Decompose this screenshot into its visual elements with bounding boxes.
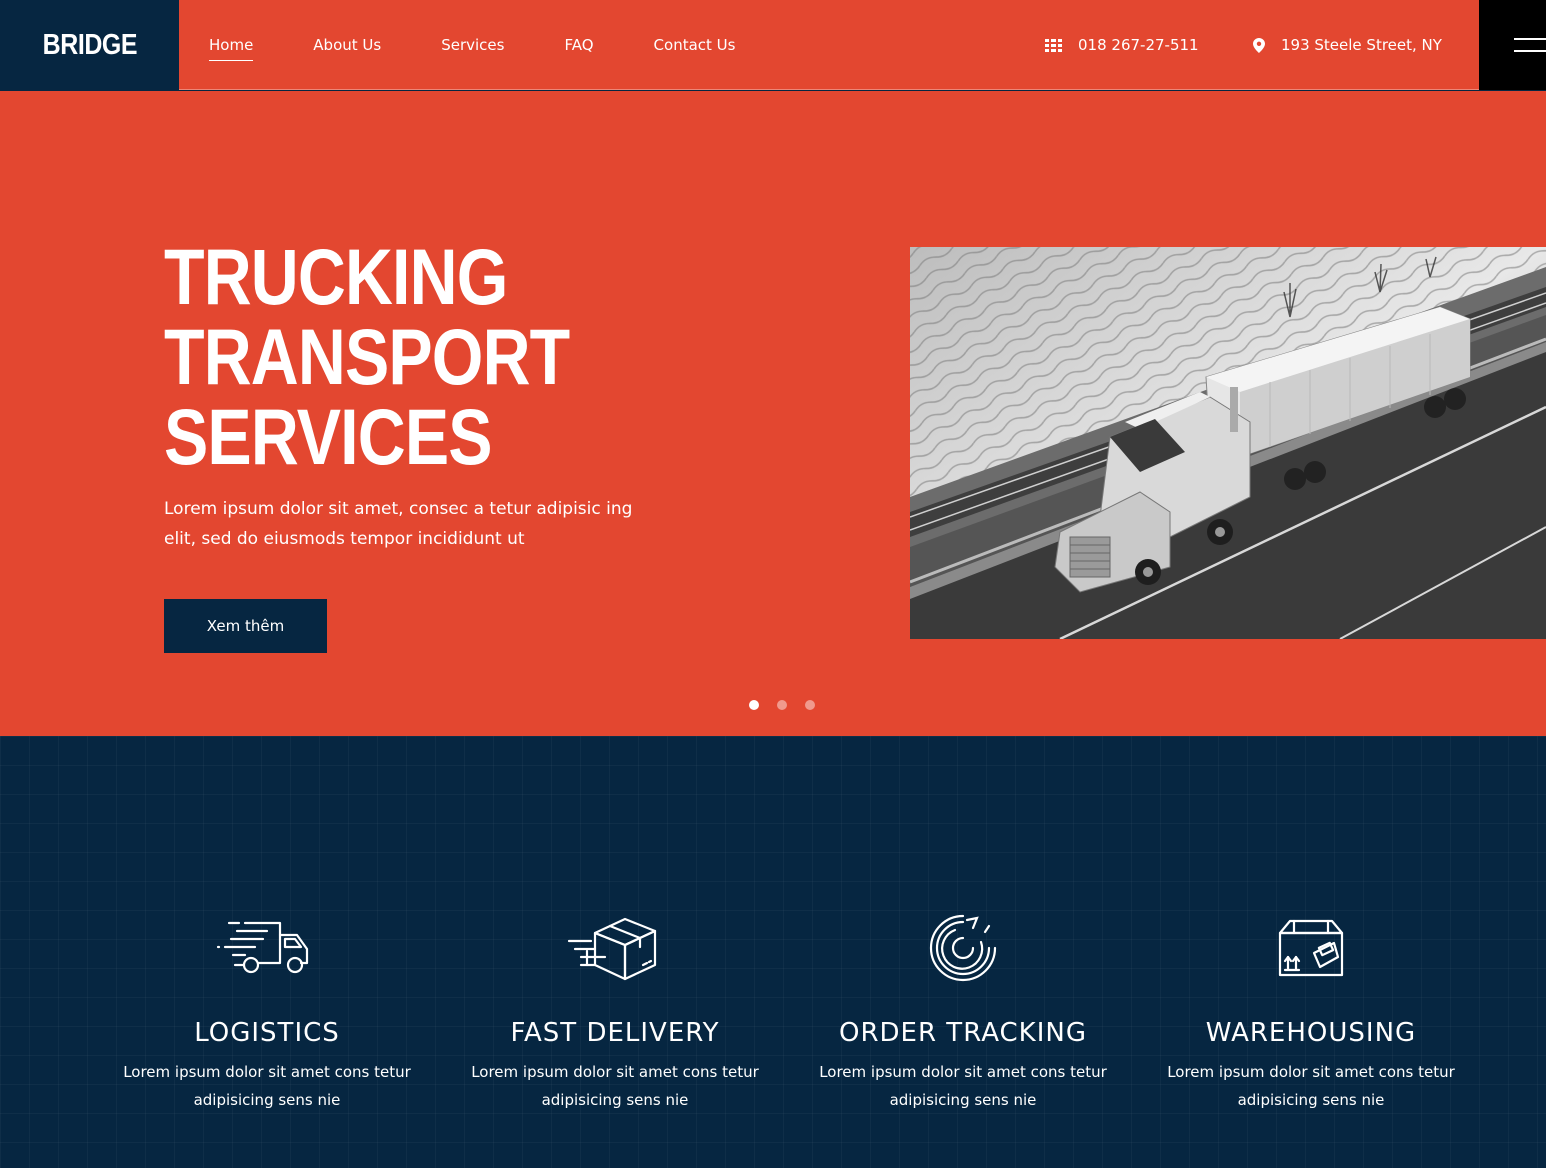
hero-description: Lorem ipsum dolor sit amet, consec a tet… <box>164 499 633 549</box>
nav-item-contact-us[interactable]: Contact Us <box>654 32 736 58</box>
features-section: LOGISTICS Lorem ipsum dolor sit amet con… <box>0 736 1546 1168</box>
hero-title: TRUCKING TRANSPORT SERVICES <box>164 232 570 481</box>
logo[interactable]: BRIDGE <box>0 0 179 90</box>
feature-description: Lorem ipsum dolor sit amet cons tetur ad… <box>819 1063 1107 1109</box>
nav-item-faq[interactable]: FAQ <box>564 32 593 58</box>
nav-item-services[interactable]: Services <box>441 32 504 58</box>
address-text: 193 Steele Street, NY <box>1281 36 1442 54</box>
read-more-button[interactable]: Xem thêm <box>164 599 327 653</box>
feature-description: Lorem ipsum dolor sit amet cons tetur ad… <box>471 1063 759 1109</box>
feature-title: LOGISTICS <box>194 1018 340 1048</box>
logo-text: BRIDGE <box>42 28 137 61</box>
slider-dot-2[interactable] <box>777 700 787 710</box>
site-header: BRIDGE Home About Us Services FAQ Contac… <box>0 0 1546 90</box>
hamburger-icon <box>1514 38 1546 52</box>
package-box-icon <box>560 910 670 986</box>
feature-description: Lorem ipsum dolor sit amet cons tetur ad… <box>123 1063 411 1109</box>
slider-dot-1[interactable] <box>749 700 759 710</box>
slider-dot-3[interactable] <box>805 700 815 710</box>
tracking-cycle-icon <box>908 910 1018 986</box>
feature-title: ORDER TRACKING <box>839 1018 1087 1048</box>
main-nav: Home About Us Services FAQ Contact Us <box>209 0 795 90</box>
grid-phone-icon <box>1045 38 1062 52</box>
feature-description: Lorem ipsum dolor sit amet cons tetur ad… <box>1167 1063 1455 1109</box>
hero-title-line: TRUCKING <box>164 232 508 321</box>
delivery-truck-icon <box>212 910 322 986</box>
slider-dots <box>749 700 833 710</box>
nav-item-about-us[interactable]: About Us <box>313 32 381 58</box>
warehouse-box-icon <box>1256 910 1366 986</box>
hero-slider: TRUCKING TRANSPORT SERVICES Lorem ipsum … <box>0 91 1546 736</box>
phone-number: 018 267-27-511 <box>1078 36 1199 54</box>
nav-item-home[interactable]: Home <box>209 32 254 61</box>
hero-title-line: TRANSPORT <box>164 312 570 401</box>
hero-title-line: SERVICES <box>164 392 493 481</box>
feature-title: FAST DELIVERY <box>510 1018 720 1048</box>
menu-toggle-button[interactable] <box>1479 0 1546 90</box>
contact-address[interactable]: 193 Steele Street, NY <box>1253 0 1442 90</box>
feature-title: WAREHOUSING <box>1205 1018 1417 1048</box>
hero-truck-image <box>910 247 1546 639</box>
contact-phone[interactable]: 018 267-27-511 <box>1045 0 1199 90</box>
map-pin-icon <box>1253 37 1265 53</box>
